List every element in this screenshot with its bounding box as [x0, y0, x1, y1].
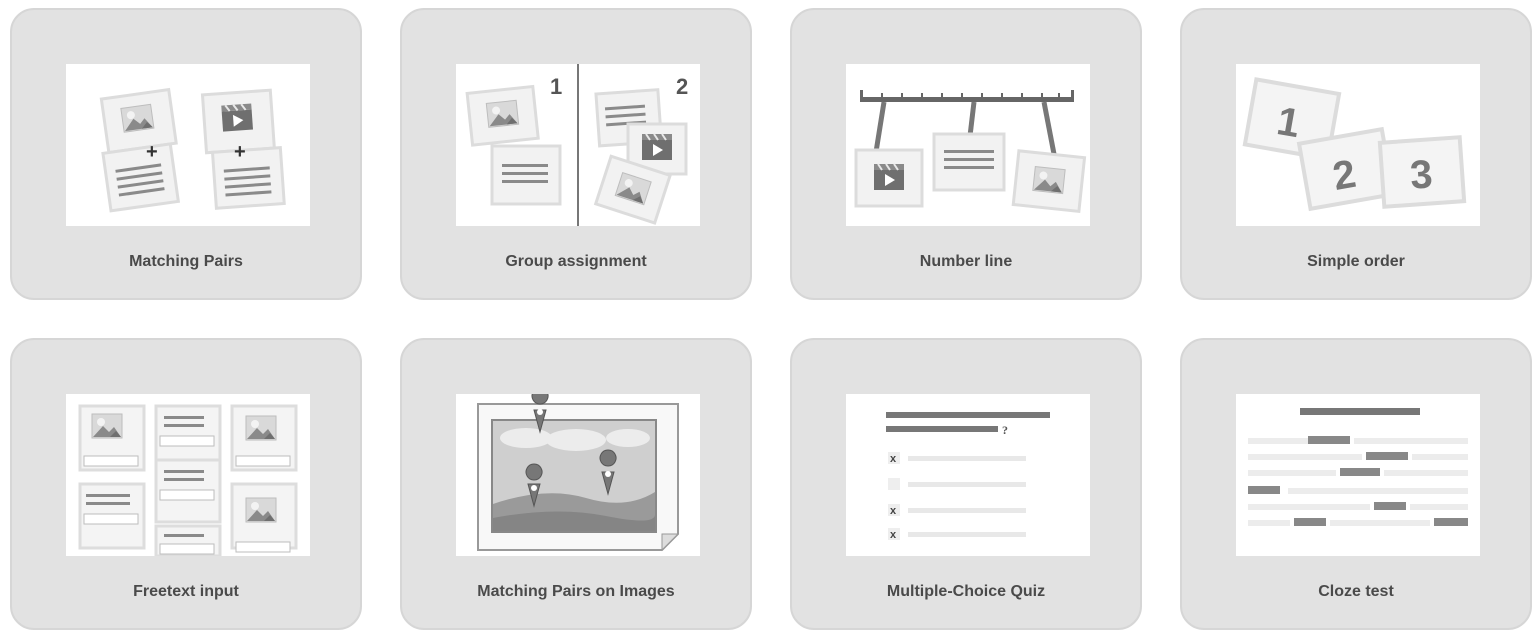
svg-text:+: + [234, 141, 246, 163]
tile-simple-order[interactable]: 1 2 3 Simple order [1180, 8, 1532, 300]
tile-matching-pairs[interactable]: + + Matching Pairs [10, 8, 362, 300]
svg-text:+: + [146, 141, 158, 163]
tile-freetext-input[interactable]: Freetext input [10, 338, 362, 630]
tile-label: Matching Pairs on Images [477, 583, 675, 600]
tile-label: Number line [919, 253, 1013, 270]
matching-pairs-on-images-icon [456, 394, 700, 556]
answer-mark-1: x [890, 453, 897, 465]
tile-number-line[interactable]: Number line [790, 8, 1142, 300]
group-number-1: 1 [550, 74, 562, 99]
group-number-2: 2 [676, 74, 688, 99]
answer-mark-4: x [890, 529, 897, 541]
freetext-input-icon [66, 394, 310, 556]
tile-label: Matching Pairs [129, 253, 243, 270]
tile-group-assignment[interactable]: 1 2 Group assignment [400, 8, 752, 300]
activity-type-grid: + + Matching Pairs 1 2 Group assignment … [0, 0, 1532, 632]
tile-label: Simple order [1307, 253, 1405, 270]
number-line-icon [846, 64, 1090, 226]
tile-label: Cloze test [1318, 583, 1394, 600]
order-number-3: 3 [1409, 152, 1434, 197]
tile-cloze-test[interactable]: Cloze test [1180, 338, 1532, 630]
cloze-test-icon [1236, 394, 1480, 556]
tile-multiple-choice-quiz[interactable]: ? x x x Multiple-Choice Quiz [790, 338, 1142, 630]
answer-mark-3: x [890, 505, 897, 517]
tile-label: Multiple-Choice Quiz [886, 583, 1046, 600]
question-mark: ? [1002, 423, 1008, 437]
group-assignment-icon: 1 2 [456, 64, 700, 226]
multiple-choice-quiz-icon: ? x x x [846, 394, 1090, 556]
tile-label: Group assignment [505, 253, 647, 270]
tile-matching-pairs-on-images[interactable]: Matching Pairs on Images [400, 338, 752, 630]
matching-pairs-icon: + + [66, 64, 310, 226]
tile-label: Freetext input [133, 583, 239, 600]
simple-order-icon: 1 2 3 [1236, 64, 1480, 226]
